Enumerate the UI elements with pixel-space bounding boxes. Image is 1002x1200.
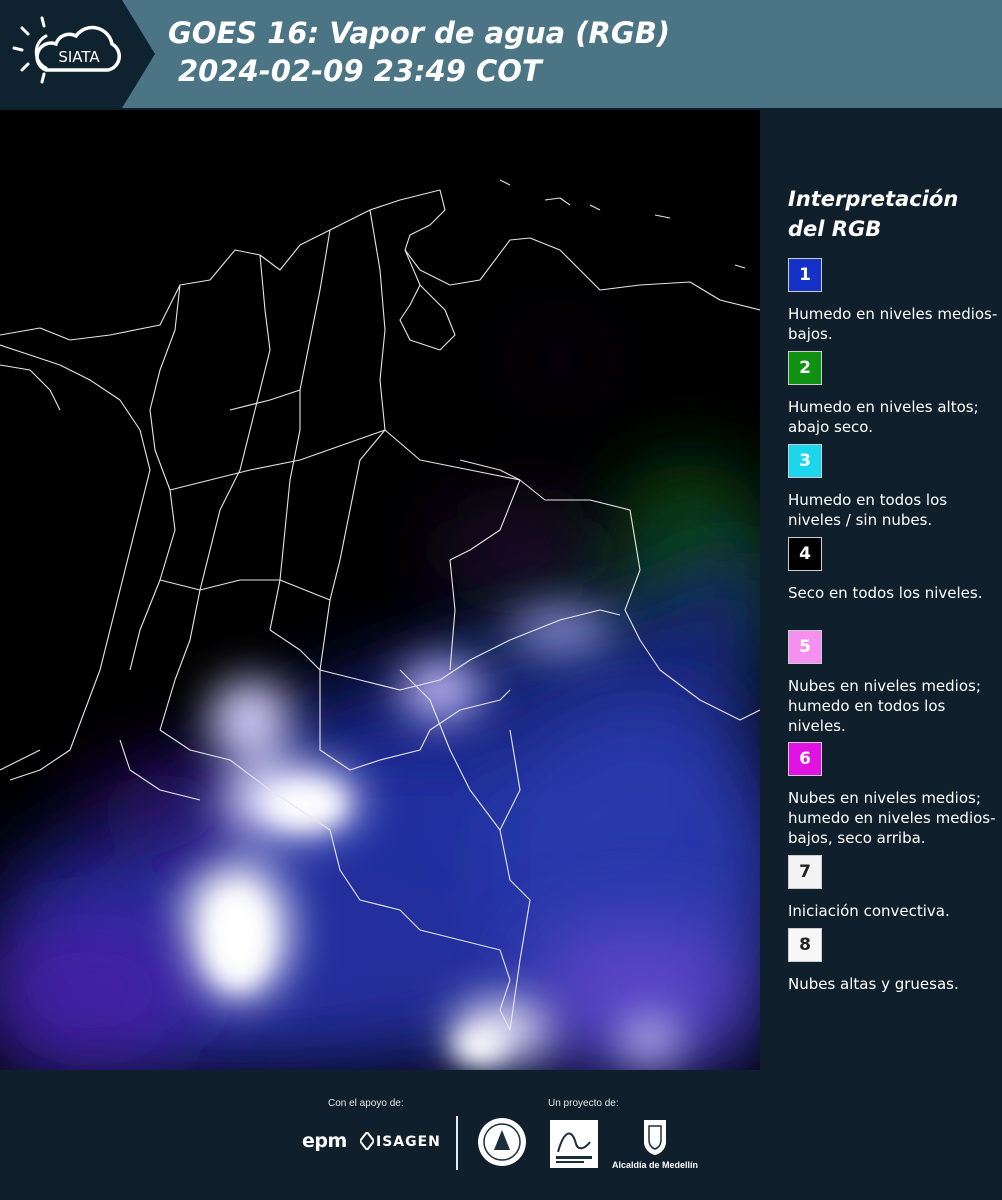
page-timestamp: 2024-02-09 23:49 COT [178,54,542,88]
legend-desc-5: Nubes en niveles medios; humedo en todos… [788,677,981,735]
rgb-legend: Interpretación del RGB 1 Humedo en nivel… [760,110,1002,1070]
legend-item-5: 5 Nubes en niveles medios; humedo en tod… [788,630,998,736]
legend-desc-1: Humedo en niveles medios-bajos. [788,305,998,343]
legend-swatch-2: 2 [788,351,822,385]
legend-item-2: 2 Humedo en niveles altos; abajo seco. [788,351,998,437]
legend-swatch-7: 7 [788,855,822,889]
legend-title: Interpretación del RGB [788,184,988,244]
legend-swatch-3: 3 [788,444,822,478]
logo-panel: SIATA [0,0,155,108]
isagen-mark-icon [360,1132,374,1150]
area-metropolitana-icon [550,1120,598,1168]
legend-item-1: 1 Humedo en niveles medios-bajos. [788,258,998,344]
epm-logo: epm [302,1130,347,1152]
legend-desc-6: Nubes en niveles medios; humedo en nivel… [788,789,996,847]
legend-item-4: 4 Seco en todos los niveles. [788,537,998,603]
page-title: GOES 16: Vapor de agua (RGB) [168,16,671,50]
logo-text: SIATA [58,48,100,66]
siata-logo: SIATA [0,0,155,108]
legend-item-3: 3 Humedo en todos los niveles / sin nube… [788,444,998,530]
legend-desc-8: Nubes altas y gruesas. [788,975,959,993]
alcaldia-crest-icon [644,1120,666,1155]
legend-swatch-4: 4 [788,537,822,571]
legend-desc-7: Iniciación convectiva. [788,902,950,920]
legend-desc-2: Humedo en niveles altos; abajo seco. [788,398,979,436]
legend-swatch-1: 1 [788,258,822,292]
footer-divider [456,1116,458,1170]
legend-desc-3: Humedo en todos los niveles / sin nubes. [788,491,948,529]
legend-swatch-6: 6 [788,742,822,776]
legend-title-line1: Interpretación [788,187,959,211]
legend-title-line2: del RGB [788,217,882,241]
legend-desc-4: Seco en todos los niveles. [788,584,983,602]
satellite-map [0,110,760,1070]
isagen-logo: ISAGEN [376,1134,441,1150]
legend-swatch-5: 5 [788,630,822,664]
legend-item-8: 8 Nubes altas y gruesas. [788,928,998,994]
water-vapor-image [0,110,760,1070]
legend-item-6: 6 Nubes en niveles medios; humedo en niv… [788,742,998,848]
support-caption: Con el apoyo de: [328,1098,404,1109]
university-seal-icon [478,1118,526,1166]
legend-swatch-8: 8 [788,928,822,962]
legend-item-7: 7 Iniciación convectiva. [788,855,998,921]
header-bar: SIATA GOES 16: Vapor de agua (RGB) 2024-… [0,0,1002,108]
alcaldia-logo: Alcaldía de Medellín [612,1160,699,1170]
project-caption: Un proyecto de: [548,1098,619,1109]
footer: Con el apoyo de: Un proyecto de: epm ISA… [0,1070,1002,1200]
